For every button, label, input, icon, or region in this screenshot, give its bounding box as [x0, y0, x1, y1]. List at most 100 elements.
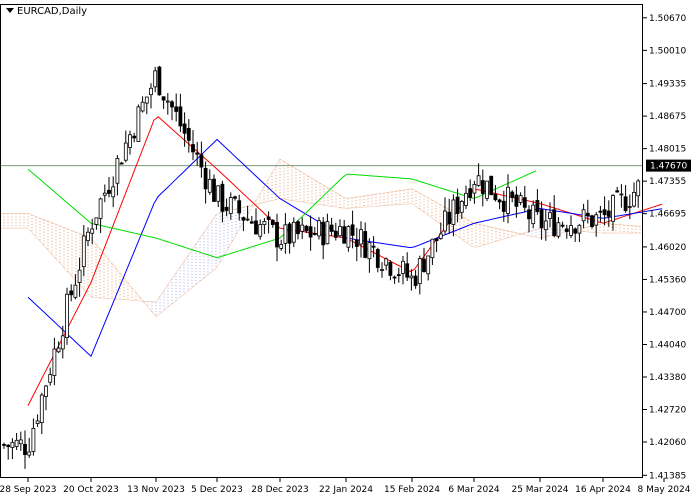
candle-body [136, 106, 141, 142]
candle-body [44, 385, 48, 397]
candle-body [422, 258, 426, 273]
candle-body [606, 210, 611, 217]
candle-body [585, 212, 590, 217]
candle-body [308, 226, 313, 238]
y-tick-label: 1.44700 [649, 308, 686, 318]
candle-body [195, 152, 200, 155]
candle-body [627, 206, 632, 208]
candle-body [602, 209, 607, 216]
candle-body [522, 197, 527, 208]
candle-body [132, 135, 137, 139]
candle-body [224, 206, 229, 211]
candle-body [401, 260, 405, 274]
candle-body [317, 220, 321, 237]
candle-body [485, 180, 489, 199]
y-tick-label: 1.41385 [649, 471, 686, 481]
candle-body [10, 441, 15, 448]
candle-body [468, 188, 473, 198]
candle-body [459, 200, 464, 213]
candle-body [548, 212, 552, 219]
candle-body [153, 70, 158, 88]
y-tick-label: 1.50670 [649, 14, 686, 24]
chart-title-text: EURCAD,Daily [17, 6, 87, 17]
candle-body [489, 175, 494, 196]
candle-body [140, 101, 145, 112]
candle-body [577, 224, 582, 234]
x-tick-label: 16 Apr 2024 [575, 485, 631, 495]
candle-body [615, 190, 620, 193]
candle-body [514, 194, 519, 207]
x-tick-label: 28 Sep 2023 [0, 485, 57, 495]
candle-body [291, 221, 296, 243]
candle-body [367, 242, 372, 260]
candle-body [476, 175, 481, 186]
candle-body [90, 228, 95, 234]
candle-body [14, 439, 19, 447]
candle-body [560, 224, 565, 227]
candle-body [346, 226, 351, 248]
candle-body [510, 191, 515, 198]
candle-body [312, 233, 317, 235]
y-tick-label: 1.48675 [649, 112, 686, 122]
candle-body [611, 195, 615, 222]
candle-body [216, 185, 221, 202]
candle-body [396, 274, 401, 277]
candle-body [86, 231, 90, 242]
candle-body [39, 394, 44, 424]
candle-body [48, 374, 53, 383]
candle-body [52, 348, 57, 376]
candle-body [107, 189, 111, 194]
candle-body [199, 154, 204, 168]
candle-body [191, 144, 195, 153]
y-tick-label: 1.50010 [649, 46, 686, 56]
candle-body [405, 263, 410, 278]
candle-body [102, 192, 107, 196]
candle-body [60, 335, 65, 350]
candle-body [119, 162, 124, 165]
candle-body [56, 347, 61, 353]
candle-body [518, 195, 523, 203]
candle-body [249, 221, 254, 224]
y-tick-label: 1.47355 [649, 177, 686, 187]
candle-body [590, 215, 594, 228]
candle-body [186, 128, 191, 141]
candle-body [283, 224, 288, 244]
candle-body [174, 106, 179, 112]
candle-body [65, 293, 69, 339]
candle-body [375, 249, 380, 268]
ichimoku-chart: 1.50670 1.50010 1.49335 1.48675 1.48015 1.473… [0, 4, 691, 495]
candle-body [380, 269, 384, 271]
current-price-text: 1.47670 [650, 162, 687, 172]
candle-body [409, 275, 414, 279]
candle-body [321, 221, 326, 246]
y-tick-label: 1.45360 [649, 275, 686, 285]
dropdown-triangle-icon[interactable] [6, 8, 14, 13]
candle-body [73, 284, 78, 298]
candle-body [447, 211, 452, 225]
candle-body [178, 106, 183, 127]
candle-body [598, 210, 603, 213]
y-tick-label: 1.48015 [649, 145, 686, 155]
candle-body [359, 229, 363, 245]
candle-body [203, 167, 208, 190]
candle-body [182, 123, 187, 134]
candle-body [531, 204, 536, 225]
candle-body [300, 224, 305, 232]
candle-body [27, 451, 32, 456]
candle-body [98, 198, 103, 219]
candle-body [123, 142, 128, 161]
candle-body [384, 258, 389, 266]
candle-body [552, 209, 557, 237]
candle-body [539, 209, 544, 229]
candle-body [342, 226, 347, 244]
candle-body [417, 258, 422, 285]
candle-body [329, 224, 334, 232]
candle-body [443, 210, 447, 232]
candle-body [569, 225, 573, 236]
chart-title: EURCAD,Daily [6, 6, 87, 17]
candle-body [69, 290, 74, 296]
x-tick-label: 6 Mar 2024 [448, 485, 500, 495]
candle-body [556, 222, 561, 237]
candle-body [333, 230, 338, 238]
candle-body [254, 220, 258, 235]
